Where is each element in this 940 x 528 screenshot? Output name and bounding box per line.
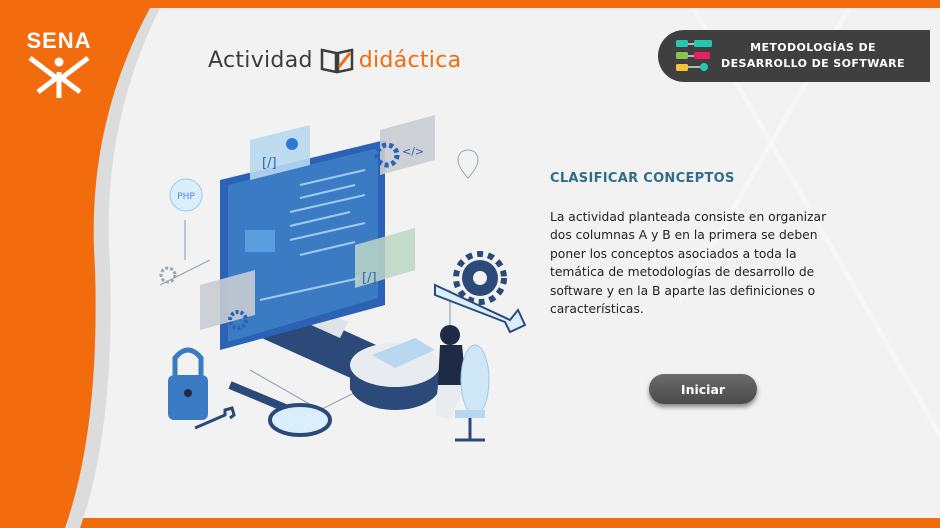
software-development-illustration: PHP [/] </> [/] [159, 115, 527, 442]
slash-tag-2: [/] [362, 271, 377, 286]
badge-line-1: METODOLOGÍAS DE [750, 41, 876, 54]
book-icon [320, 48, 353, 74]
php-label: PHP [177, 192, 195, 202]
activity-description: La actividad planteada consiste en organ… [550, 210, 827, 317]
title-part-actividad: Actividad [208, 47, 313, 73]
code-tag: </> [402, 145, 424, 158]
sena-logo: SENA [16, 28, 102, 102]
topic-badge: METODOLOGÍAS DE DESARROLLO DE SOFTWARE [658, 30, 930, 82]
activity-title: Actividad didáctica [208, 44, 461, 76]
title-part-didactica: didáctica [358, 47, 462, 73]
badge-line-2: DESARROLLO DE SOFTWARE [721, 57, 905, 70]
slash-tag-1: [/] [262, 156, 277, 171]
sena-logo-mark [28, 56, 90, 98]
start-button[interactable]: Iniciar [649, 374, 757, 404]
flowchart-icon [676, 40, 712, 71]
section-title: CLASIFICAR CONCEPTOS [550, 171, 735, 186]
badge-text: METODOLOGÍAS DE DESARROLLO DE SOFTWARE [718, 40, 908, 72]
